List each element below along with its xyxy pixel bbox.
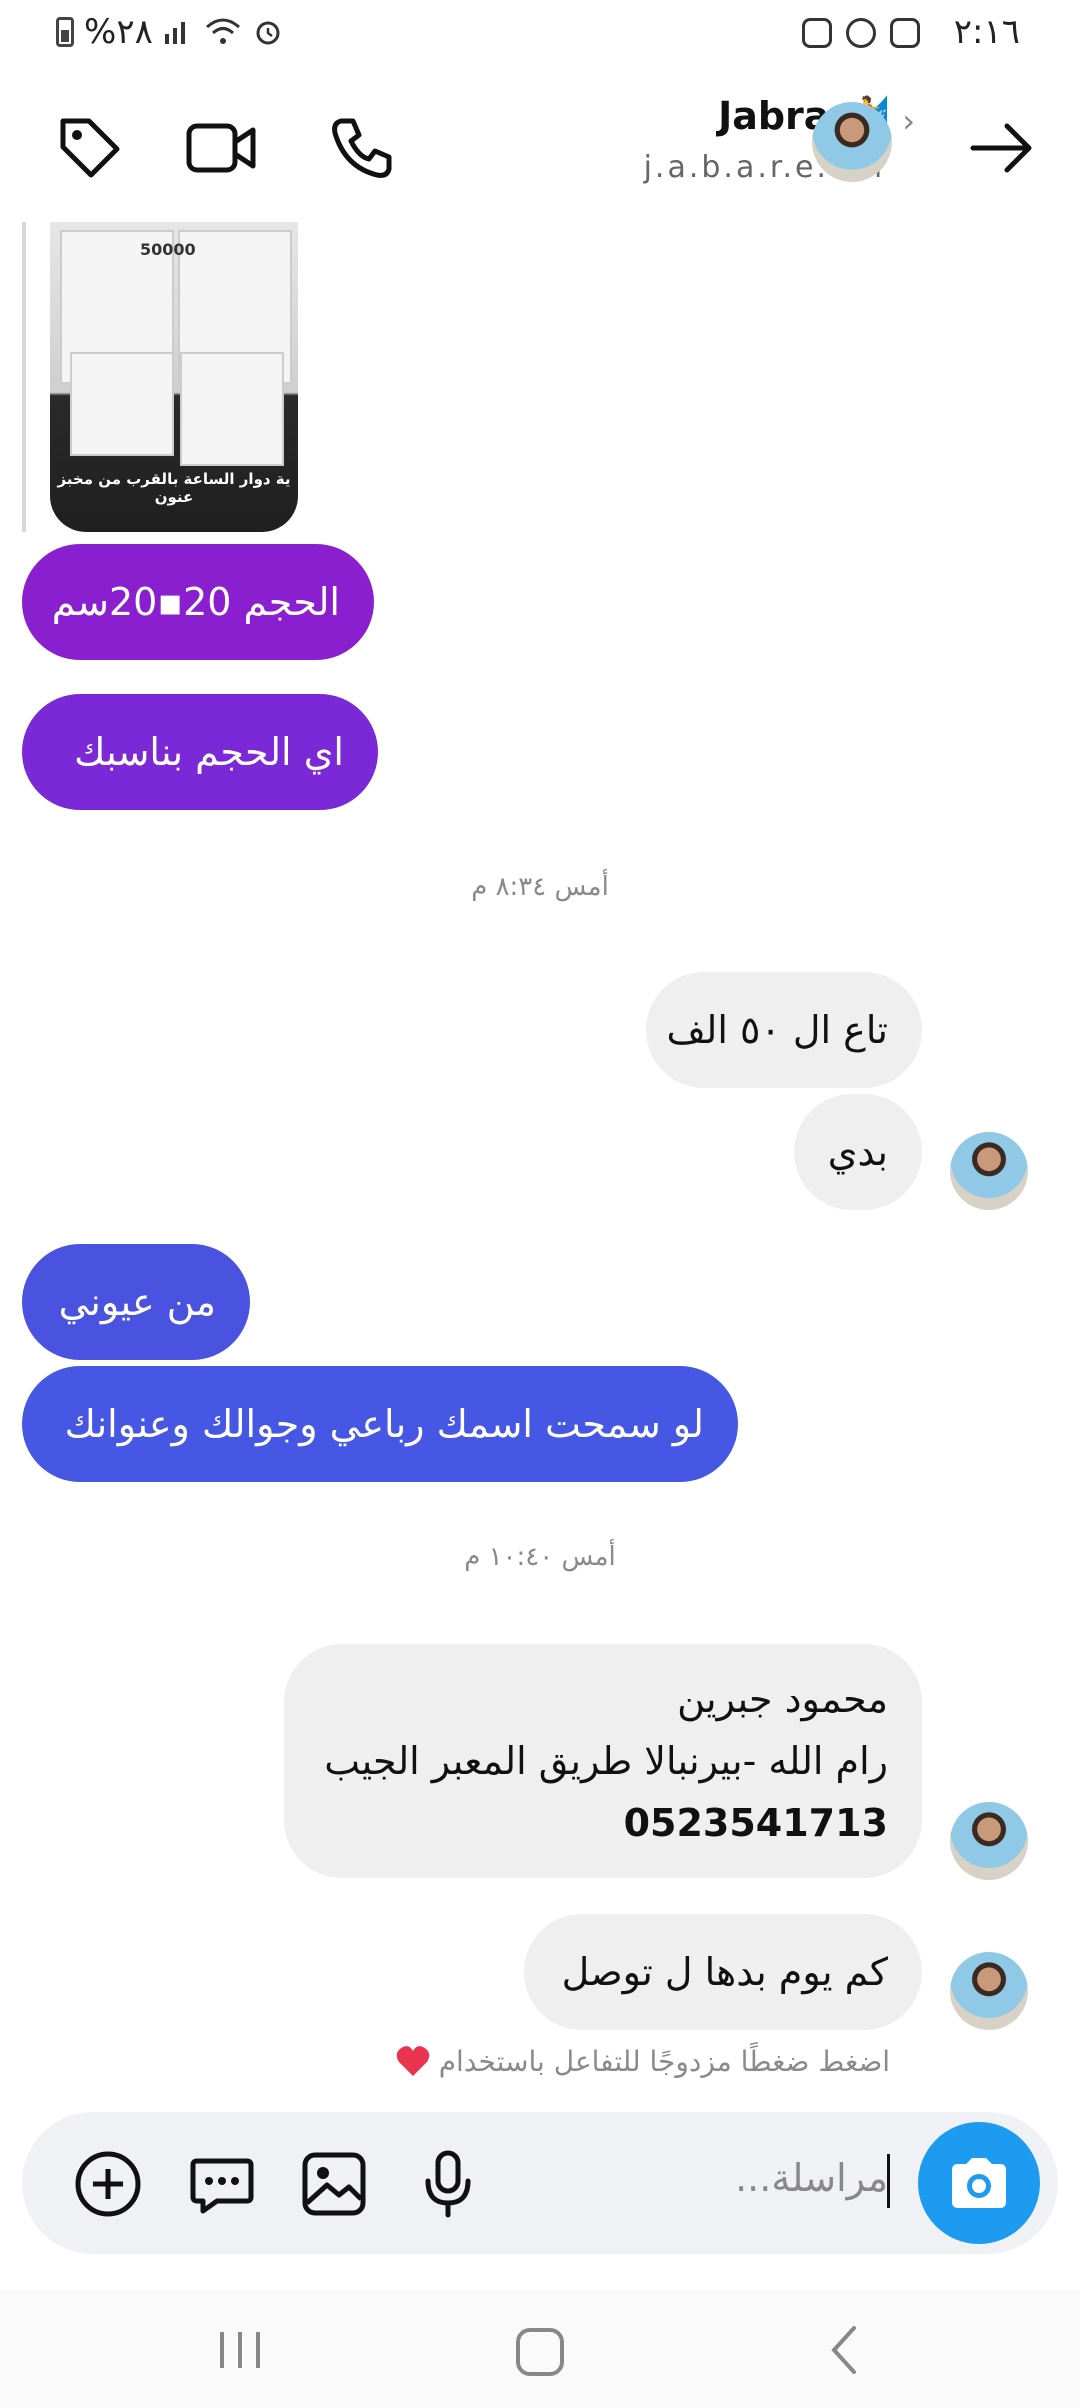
add-button[interactable] [72, 2148, 144, 2220]
microphone-button[interactable] [412, 2148, 484, 2220]
camera-button[interactable] [918, 2122, 1040, 2244]
message-phone-number: 0523541713 [623, 1801, 888, 1845]
gallery-button[interactable] [298, 2148, 370, 2220]
video-call-button[interactable] [182, 108, 262, 188]
sender-avatar[interactable] [950, 1952, 1028, 2030]
tag-button[interactable] [50, 108, 130, 188]
message-text: لو سمحت اسمك رباعي وجوالك وعنوانك [64, 1402, 704, 1446]
image-caption: ية دوار الساعة بالقرب من مخبز عنون [57, 470, 291, 506]
hint-text: اضغط ضغطًا مزدوجًا للتفاعل باستخدام [438, 2044, 890, 2078]
phone-icon [332, 118, 392, 178]
back-arrow-icon [970, 123, 1032, 173]
image-card [180, 352, 284, 466]
image-message[interactable]: 50000 ية دوار الساعة بالقرب من مخبز عنون [50, 222, 298, 532]
message-text: من عيوني [58, 1280, 216, 1324]
message-bubble-received[interactable]: تاع ال ٥٠ الف [646, 972, 922, 1088]
battery-icon [56, 17, 74, 47]
status-right-icons [802, 18, 920, 48]
add-icon [75, 2151, 141, 2217]
camera-icon [952, 2158, 1006, 2208]
sender-avatar[interactable] [950, 1132, 1028, 1210]
instagram-icon [802, 18, 832, 48]
tag-icon [60, 118, 120, 178]
status-time: ٢:١٦ [953, 12, 1020, 52]
whatsapp-icon [846, 18, 876, 48]
gallery-icon [302, 2152, 366, 2216]
message-text: كم يوم بدها ل توصل [561, 1950, 888, 1994]
sticker-chat-icon [190, 2158, 254, 2214]
message-text: تاع ال ٥٠ الف [666, 1008, 888, 1052]
chat-header: Jabra 🏄 › j.a.b.a.r.e.e.n [0, 72, 1080, 222]
message-composer: مراسلة... [22, 2112, 1058, 2254]
reply-indicator-bar [22, 222, 26, 532]
message-text-line: رام الله -بيرنبالا طريق المعبر الجيب [324, 1739, 888, 1783]
message-text: الحجم 20▪20سم [51, 580, 340, 624]
avatar[interactable] [812, 102, 892, 182]
heart-icon [396, 2046, 429, 2076]
message-text: اي الحجم بناسبك [74, 730, 344, 774]
microphone-icon [425, 2150, 471, 2218]
message-bubble-sent[interactable]: لو سمحت اسمك رباعي وجوالك وعنوانك [22, 1366, 738, 1482]
timestamp: أمس ٨:٣٤ م [471, 872, 609, 902]
video-call-icon [186, 123, 256, 173]
instagram-icon [890, 18, 920, 48]
recent-apps-button[interactable] [210, 2320, 270, 2380]
alarm-icon [256, 21, 280, 45]
message-text-line: محمود جبرين [677, 1677, 888, 1721]
message-input[interactable]: مراسلة... [735, 2156, 888, 2200]
sticker-chat-button[interactable] [186, 2148, 258, 2220]
home-icon [516, 2328, 564, 2376]
text-caret [887, 2154, 890, 2208]
chevron-right-icon: › [902, 102, 915, 140]
message-bubble-sent[interactable]: الحجم 20▪20سم [22, 544, 374, 660]
reaction-hint: اضغط ضغطًا مزدوجًا للتفاعل باستخدام [395, 2044, 890, 2078]
timestamp: أمس ١٠:٤٠ م [464, 1542, 616, 1572]
system-nav-bar [0, 2290, 1080, 2408]
image-number: 50000 [140, 240, 196, 259]
status-left: %٢٨ [56, 12, 283, 52]
message-bubble-sent[interactable]: من عيوني [22, 1244, 250, 1360]
sender-avatar[interactable] [950, 1802, 1028, 1880]
home-button[interactable] [508, 2320, 572, 2384]
battery-text: %٢٨ [84, 12, 153, 52]
recent-apps-icon [220, 2332, 260, 2368]
nav-back-button[interactable] [816, 2320, 876, 2380]
message-bubble-received[interactable]: بدي [794, 1094, 922, 1210]
signal-icon [164, 22, 185, 44]
voice-call-button[interactable] [322, 108, 402, 188]
back-button[interactable] [962, 108, 1042, 188]
wifi-icon [205, 18, 240, 44]
message-bubble-received[interactable]: كم يوم بدها ل توصل [524, 1914, 922, 2030]
nav-back-icon [831, 2326, 856, 2374]
message-text: بدي [827, 1130, 888, 1174]
status-bar: %٢٨ ٢:١٦ [0, 0, 1080, 72]
message-bubble-sent[interactable]: اي الحجم بناسبك [22, 694, 378, 810]
image-card [70, 352, 174, 456]
message-bubble-received[interactable]: محمود جبرين رام الله -بيرنبالا طريق المع… [284, 1644, 922, 1878]
